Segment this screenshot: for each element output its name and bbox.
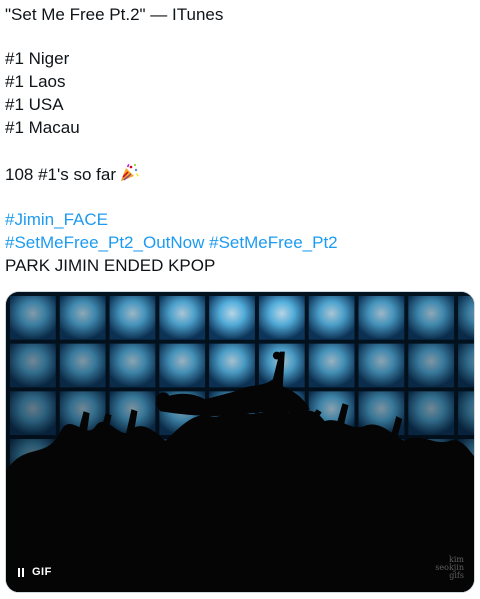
ranking-line: #1 USA xyxy=(5,95,64,114)
tweet-body: "Set Me Free Pt.2" — ITunes #1 Niger #1 … xyxy=(0,0,480,599)
hashtag-link[interactable]: #Jimin_FACE xyxy=(5,210,108,229)
gif-media-card[interactable]: GIF kim seokjin gifs xyxy=(5,291,475,593)
hashtag-line-1: #Jimin_FACE xyxy=(5,209,108,231)
count-line: 108 #1's so far xyxy=(5,165,116,184)
tweet-title-line: "Set Me Free Pt.2" — ITunes xyxy=(5,5,224,24)
concert-stage-image xyxy=(6,292,474,592)
pause-icon[interactable] xyxy=(18,567,24,577)
closing-line: PARK JIMIN ENDED KPOP xyxy=(5,256,216,275)
gif-badge: GIF xyxy=(32,566,52,578)
ranking-line: #1 Laos xyxy=(5,72,66,91)
ranking-line: #1 Macau xyxy=(5,118,80,137)
watermark: kim seokjin gifs xyxy=(435,555,464,580)
gif-controls: GIF xyxy=(18,566,52,578)
hashtag-link[interactable]: #SetMeFree_Pt2 xyxy=(209,233,338,252)
hashtag-link[interactable]: #SetMeFree_Pt2_OutNow xyxy=(5,233,204,252)
party-popper-icon xyxy=(119,163,139,183)
count-line-row: 108 #1's so far xyxy=(5,163,139,186)
ranking-line: #1 Niger xyxy=(5,49,70,68)
hashtag-line-2: #SetMeFree_Pt2_OutNow #SetMeFree_Pt2 xyxy=(5,232,338,254)
